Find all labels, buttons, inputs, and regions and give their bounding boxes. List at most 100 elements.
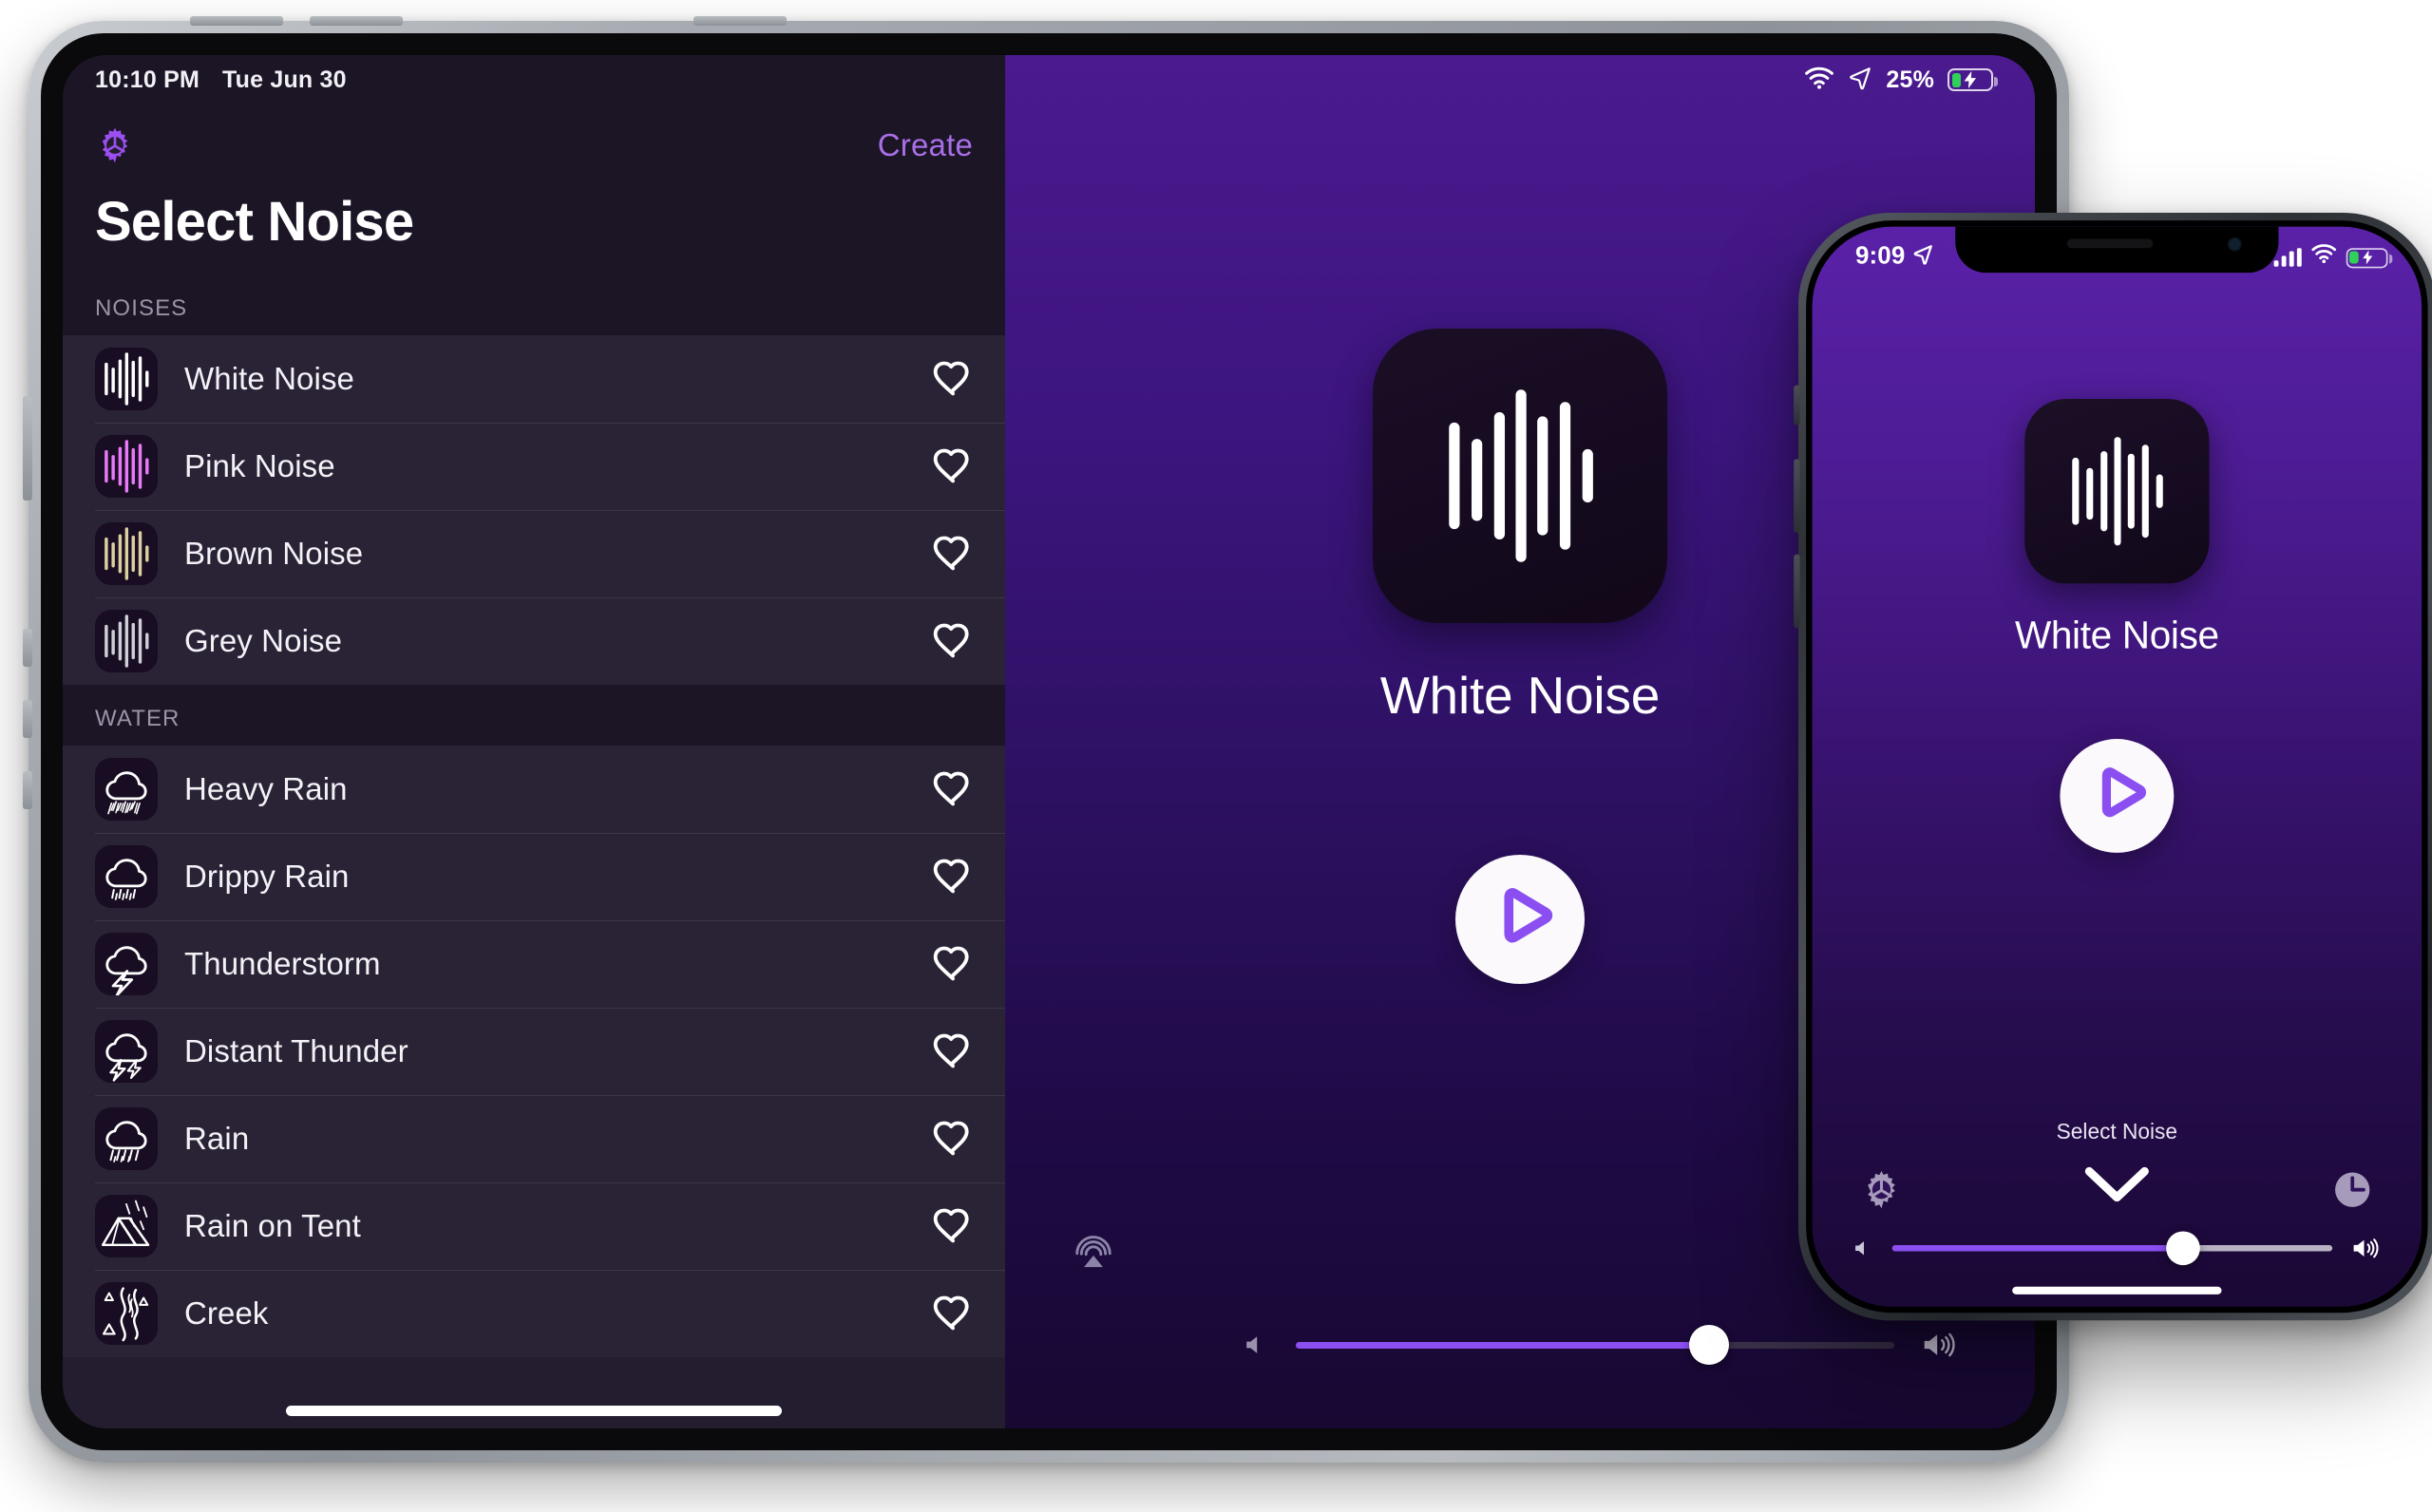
favorite-heart-button[interactable]	[901, 943, 1005, 985]
favorite-heart-button[interactable]	[901, 533, 1005, 575]
battery-icon	[2346, 247, 2393, 268]
now-playing-title: White Noise	[1379, 666, 1661, 725]
volume-knob-ipad[interactable]	[1688, 1325, 1729, 1365]
volume-slider-iphone[interactable]	[1852, 1231, 2382, 1266]
noise-item-label: Pink Noise	[184, 448, 335, 483]
battery-percentage: 25%	[1886, 66, 1934, 93]
heart-icon	[933, 361, 969, 396]
speaker-low-icon	[1852, 1233, 1874, 1263]
status-date: Tue Jun 30	[222, 66, 347, 93]
noise-item-label: Brown Noise	[184, 536, 364, 571]
volume-slider-ipad[interactable]	[1243, 1325, 1959, 1365]
ipad-status-bar-right: 25%	[1005, 55, 2035, 104]
iphone-mute-switch[interactable]	[1794, 385, 1800, 425]
iphone-screen: 9:09 White Noise Select Noise	[1812, 226, 2422, 1307]
battery-icon	[1948, 68, 1998, 91]
heart-icon	[933, 1121, 969, 1156]
play-icon	[2101, 767, 2146, 818]
favorite-heart-button[interactable]	[901, 445, 1005, 487]
noise-list-item[interactable]: Brown Noise	[63, 510, 1005, 597]
location-arrow-icon	[1848, 66, 1872, 95]
play-icon	[1503, 888, 1552, 943]
iphone-volume-down-button[interactable]	[1794, 554, 1800, 629]
gear-icon[interactable]	[1860, 1168, 1903, 1211]
heart-icon	[933, 771, 969, 806]
noise-list-item[interactable]: Heavy Rain	[63, 746, 1005, 833]
favorite-heart-button[interactable]	[901, 358, 1005, 400]
heart-icon	[933, 859, 969, 894]
noise-item-label: Heavy Rain	[184, 771, 348, 806]
status-time: 10:10 PM	[95, 66, 200, 93]
favorite-heart-button[interactable]	[901, 856, 1005, 898]
ipad-volume-up-button[interactable]	[190, 16, 283, 26]
creek-stream-icon	[95, 1282, 158, 1345]
ipad-home-indicator	[286, 1406, 782, 1416]
heart-icon	[933, 448, 969, 483]
chevron-down-icon[interactable]	[2083, 1165, 2151, 1205]
cloud-bolt-icon	[95, 933, 158, 995]
iphone-status-bar: 9:09	[1813, 227, 2422, 279]
heart-icon	[933, 1295, 969, 1331]
play-button[interactable]	[1455, 855, 1585, 984]
volume-fill-ipad	[1296, 1341, 1709, 1349]
speaker-high-icon	[2351, 1233, 2382, 1263]
ipad-left-side-detail	[23, 396, 32, 501]
iphone-home-indicator	[2012, 1286, 2222, 1295]
noise-item-label: Distant Thunder	[184, 1033, 408, 1068]
speaker-low-icon	[1243, 1326, 1269, 1364]
noise-list-item[interactable]: White Noise	[63, 335, 1005, 423]
favorite-heart-button[interactable]	[901, 1205, 1005, 1247]
play-button[interactable]	[2060, 739, 2175, 853]
noise-list-item[interactable]: Distant Thunder	[63, 1008, 1005, 1095]
noise-list-item[interactable]: Grey Noise	[63, 597, 1005, 685]
iphone-status-right	[2273, 243, 2393, 271]
iphone-now-playing-artwork: White Noise	[2015, 399, 2219, 659]
cellular-signal-icon	[2273, 248, 2302, 267]
now-playing-artwork: White Noise	[1373, 329, 1667, 726]
timer-icon[interactable]	[2331, 1168, 2374, 1211]
ipad-status-bar-left: 10:10 PM Tue Jun 30	[63, 55, 1005, 104]
location-arrow-icon	[1913, 243, 1935, 273]
iphone-volume-up-button[interactable]	[1794, 459, 1800, 533]
wifi-icon	[1804, 66, 1834, 94]
cloud-rain-icon	[95, 1107, 158, 1170]
volume-knob-iphone[interactable]	[2165, 1231, 2200, 1266]
favorite-heart-button[interactable]	[901, 1293, 1005, 1334]
waveform-icon	[2024, 399, 2210, 584]
noise-list-item[interactable]: Pink Noise	[63, 423, 1005, 510]
noise-item-label: Thunderstorm	[184, 946, 381, 981]
favorite-heart-button[interactable]	[901, 768, 1005, 810]
sidebar-header: Create Select Noise	[63, 104, 1005, 274]
charging-bolt-icon	[1964, 70, 1977, 89]
ipad-power-button[interactable]	[694, 16, 787, 26]
airplay-icon[interactable]	[1072, 1231, 1115, 1275]
favorite-heart-button[interactable]	[901, 1030, 1005, 1072]
iphone-now-playing-title: White Noise	[2014, 614, 2219, 658]
iphone-bezel: 9:09 White Noise Select Noise	[1806, 220, 2428, 1314]
tent-rain-icon	[95, 1195, 158, 1257]
noise-list-item[interactable]: Thunderstorm	[63, 920, 1005, 1008]
create-button[interactable]: Create	[878, 127, 973, 163]
noise-list-item[interactable]: Rain	[63, 1095, 1005, 1182]
volume-fill-iphone	[1891, 1245, 2183, 1252]
favorite-heart-button[interactable]	[901, 620, 1005, 662]
sidebar-toolbar: Create	[95, 116, 973, 175]
noise-item-label: Grey Noise	[184, 623, 343, 658]
noise-list-item[interactable]: Creek	[63, 1270, 1005, 1357]
noise-list-scroll-area[interactable]: NOISES White Noise Pink Noise Brown Nois…	[63, 274, 1005, 1428]
waveform-icon	[1373, 329, 1667, 623]
gear-icon[interactable]	[95, 125, 135, 165]
heart-icon	[933, 1033, 969, 1068]
noise-list-item[interactable]: Drippy Rain	[63, 833, 1005, 920]
ipad-volume-down-button[interactable]	[310, 16, 403, 26]
noise-list-item[interactable]: Rain on Tent	[63, 1182, 1005, 1270]
select-noise-label: Select Noise	[2056, 1119, 2178, 1144]
volume-track-iphone[interactable]	[1891, 1231, 2333, 1266]
favorite-heart-button[interactable]	[901, 1118, 1005, 1160]
iphone-device: 9:09 White Noise Select Noise	[1794, 213, 2432, 1321]
waveform-icon	[95, 348, 158, 410]
iphone-status-left: 9:09	[1855, 243, 1934, 273]
noise-item-label: Creek	[184, 1295, 269, 1331]
volume-track-ipad[interactable]	[1296, 1325, 1894, 1365]
ipad-device: 10:10 PM Tue Jun 30 Create Select Noise …	[23, 16, 2075, 1463]
